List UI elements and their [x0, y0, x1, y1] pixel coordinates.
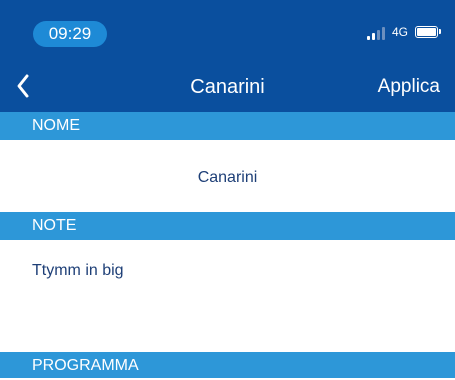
section-header-program[interactable]: PROGRAMMA	[0, 352, 455, 378]
name-field[interactable]: Canarini	[0, 144, 455, 212]
battery-icon	[415, 26, 438, 38]
app-header: 09:29 4G Canarini Applica	[0, 0, 455, 112]
status-bar: 09:29 4G	[0, 0, 455, 58]
section-header-program-label: PROGRAMMA	[32, 357, 139, 374]
section-header-note-label: NOTE	[32, 217, 77, 234]
network-type: 4G	[392, 25, 409, 39]
note-field[interactable]: Ttymm in big	[0, 242, 455, 352]
signal-strength-icon	[367, 26, 387, 40]
note-text: Ttymm in big	[32, 262, 124, 279]
section-header-name-label: NOME	[32, 117, 80, 134]
section-header-note: NOTE	[0, 212, 455, 240]
status-time: 09:29	[33, 21, 107, 47]
apply-button[interactable]: Applica	[378, 73, 440, 101]
section-header-name: NOME	[0, 112, 455, 140]
battery-cap	[439, 29, 441, 34]
